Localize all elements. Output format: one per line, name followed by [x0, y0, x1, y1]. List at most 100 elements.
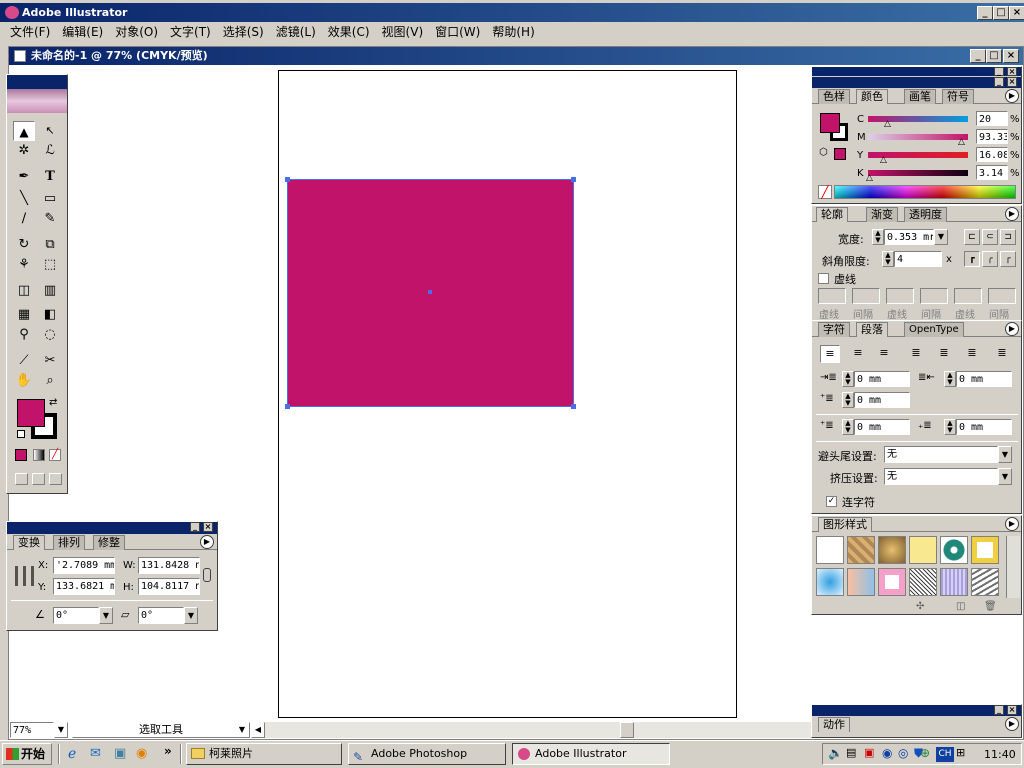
type-tool-icon[interactable]: T: [39, 167, 61, 187]
justify-all-button[interactable]: ≣: [992, 345, 1012, 363]
first-line-indent-stepper[interactable]: ▲ ▼: [842, 392, 854, 408]
cap-round-button[interactable]: ⊂: [982, 229, 998, 245]
mojikumi-select[interactable]: 无: [884, 468, 998, 485]
k-slider[interactable]: [868, 170, 968, 176]
delete-style-icon[interactable]: 🗑: [984, 601, 997, 612]
tray-ime-toolbar-icon[interactable]: ⊞: [956, 746, 965, 759]
scissors-tool-icon[interactable]: ✂: [39, 351, 61, 371]
globe-icon[interactable]: ⊕: [920, 746, 930, 760]
kinsoku-dropdown-button[interactable]: ▼: [998, 446, 1012, 463]
menu-effect[interactable]: 效果(C): [322, 22, 376, 42]
free-transform-tool-icon[interactable]: ⬚: [39, 255, 61, 275]
tray-app-icon[interactable]: ◎: [898, 746, 908, 760]
color-panel-minimize-button[interactable]: _: [994, 67, 1004, 76]
justify-left-button[interactable]: ≣: [906, 345, 926, 363]
kinsoku-select[interactable]: 无: [884, 446, 998, 463]
tab-opentype[interactable]: OpenType: [904, 322, 964, 337]
actions-panel-minimize-button[interactable]: _: [994, 705, 1004, 715]
color-panel-close-button-2[interactable]: ×: [1007, 77, 1017, 87]
c-slider-thumb[interactable]: △: [884, 119, 891, 129]
horizontal-scrollbar-track[interactable]: [265, 722, 811, 738]
style-yellow-swatch[interactable]: [909, 536, 937, 564]
app-minimize-button[interactable]: _: [977, 6, 993, 20]
blend-tool-icon[interactable]: ◌: [39, 325, 61, 345]
graph-tool-icon[interactable]: ▥: [39, 281, 61, 301]
tab-swatches[interactable]: 色样: [818, 89, 850, 104]
y-field[interactable]: 133.6821 m: [53, 578, 115, 595]
swap-colors-icon[interactable]: ⇄: [49, 397, 57, 408]
tab-character[interactable]: 字符: [818, 322, 850, 337]
pen-tool-icon[interactable]: ✒: [13, 167, 35, 187]
style-frame-swatch[interactable]: [971, 536, 999, 564]
zoom-tool-icon[interactable]: ⌕: [39, 371, 61, 391]
weight-dropdown-button[interactable]: ▼: [934, 229, 948, 245]
paragraph-panel-menu-icon[interactable]: ▶: [1005, 322, 1019, 336]
default-colors-icon[interactable]: [17, 430, 25, 438]
screen-mode-full-button[interactable]: [49, 473, 62, 485]
menu-object[interactable]: 对象(O): [109, 22, 164, 42]
fill-color-swatch[interactable]: [17, 399, 45, 427]
space-before-field[interactable]: 0 mm: [854, 419, 910, 435]
task-photoshop[interactable]: ✎ Adobe Photoshop: [348, 743, 506, 765]
gap-field-2[interactable]: [920, 288, 948, 304]
tab-transform[interactable]: 变换: [13, 535, 45, 550]
tab-stroke[interactable]: 轮廓: [816, 207, 848, 222]
k-slider-thumb[interactable]: △: [866, 173, 873, 183]
selection-handle[interactable]: [571, 177, 576, 182]
first-line-indent-field[interactable]: 0 mm: [854, 392, 910, 408]
style-default-swatch[interactable]: [816, 536, 844, 564]
color-panel-close-button[interactable]: ×: [1007, 67, 1017, 76]
document-maximize-button[interactable]: □: [986, 49, 1002, 63]
direct-selection-tool-icon[interactable]: ↖: [39, 121, 61, 141]
task-folder[interactable]: 柯莱照片: [186, 743, 342, 765]
tab-brushes[interactable]: 画笔: [904, 89, 936, 104]
transform-panel-menu-icon[interactable]: ▶: [200, 535, 214, 549]
miter-field[interactable]: 4: [894, 251, 942, 267]
tab-actions[interactable]: 动作: [818, 717, 850, 732]
menu-view[interactable]: 视图(V): [376, 22, 430, 42]
reference-point-icon[interactable]: [15, 566, 35, 586]
style-crosshatch-swatch[interactable]: [909, 568, 937, 596]
join-round-button[interactable]: ╭: [982, 251, 998, 267]
m-field[interactable]: 93.33: [976, 129, 1008, 144]
y-color-field[interactable]: 16.08: [976, 147, 1008, 162]
break-link-icon[interactable]: ✣: [916, 601, 924, 612]
x-field[interactable]: '2.7089 mm: [53, 557, 115, 574]
k-field[interactable]: 3.14: [976, 165, 1008, 180]
lasso-tool-icon[interactable]: ℒ: [39, 141, 61, 161]
transform-panel-close-button[interactable]: ×: [203, 522, 213, 532]
cap-square-button[interactable]: ⊐: [1000, 229, 1016, 245]
menu-window[interactable]: 窗口(W): [429, 22, 486, 42]
quicklaunch-chevron[interactable]: »: [164, 744, 172, 758]
stroke-panel-menu-icon[interactable]: ▶: [1005, 207, 1019, 221]
ie-icon[interactable]: ℯ: [68, 746, 76, 762]
color-fill-swatch[interactable]: [820, 113, 840, 133]
menu-select[interactable]: 选择(S): [217, 22, 270, 42]
tab-transparency[interactable]: 透明度: [904, 207, 947, 222]
m-slider-thumb[interactable]: △: [958, 137, 965, 147]
actions-panel-menu-icon[interactable]: ▶: [1005, 717, 1019, 731]
paintbrush-tool-icon[interactable]: ∕: [13, 209, 35, 229]
antivirus-icon[interactable]: ◉: [882, 746, 892, 760]
screen-mode-menu-button[interactable]: [32, 473, 45, 485]
color-panel-collapse-button[interactable]: _: [994, 77, 1004, 87]
menu-help[interactable]: 帮助(H): [486, 22, 540, 42]
style-lavender-swatch[interactable]: [940, 568, 968, 596]
constrain-proportions-icon[interactable]: [203, 568, 211, 582]
style-ring-swatch[interactable]: [940, 536, 968, 564]
justify-right-button[interactable]: ≣: [962, 345, 982, 363]
slice-tool-icon[interactable]: ⟋: [13, 351, 35, 371]
web-color-swatch[interactable]: [834, 148, 846, 160]
out-of-web-color-icon[interactable]: ⬡: [819, 147, 828, 158]
rotate-dropdown-button[interactable]: ▼: [99, 607, 113, 624]
document-close-button[interactable]: ×: [1003, 49, 1019, 63]
warp-tool-icon[interactable]: ⚘: [13, 255, 35, 275]
mojikumi-dropdown-button[interactable]: ▼: [998, 468, 1012, 485]
app-maximize-button[interactable]: □: [993, 6, 1009, 20]
align-left-button[interactable]: ≡: [820, 345, 840, 363]
w-field[interactable]: 131.8428 n: [138, 557, 200, 574]
tab-paragraph[interactable]: 段落: [856, 322, 888, 337]
weight-stepper[interactable]: ▲ ▼: [872, 229, 884, 245]
c-slider[interactable]: [868, 116, 968, 122]
network-disconnected-icon[interactable]: ▣: [864, 746, 874, 759]
